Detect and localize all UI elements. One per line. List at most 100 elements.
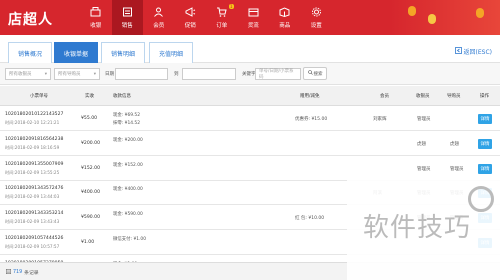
date-start-input[interactable]	[115, 68, 168, 80]
nav-label: 设置	[310, 22, 322, 29]
tab-cashier-receipts[interactable]: 收银单据	[54, 42, 99, 63]
header-discount: 赠用/减免	[300, 94, 320, 99]
amount-received: ¥590.00	[81, 215, 100, 221]
order-number: 10201802010122143527	[5, 112, 64, 117]
header-member: 会员	[380, 94, 389, 99]
amount-received: ¥55.00	[81, 116, 98, 121]
order-time: 时间:2018-02-09 18:16:59	[5, 144, 60, 150]
discount-cell: 红 包: ¥10.00	[295, 216, 325, 222]
detail-button[interactable]: 详情	[478, 138, 492, 149]
search-button[interactable]: 搜索	[303, 67, 327, 80]
order-number: 10201802091355007909	[5, 161, 64, 167]
tab-sales-overview[interactable]: 销售概况	[8, 42, 53, 63]
order-time: 时间:2018-02-09 13:44:03	[5, 194, 60, 200]
date-end-input[interactable]	[182, 68, 236, 80]
payment-line-1: 现金: ¥152.00	[113, 162, 143, 168]
settings-icon	[310, 7, 322, 18]
header-action: 操作	[480, 94, 489, 99]
table-row: 10201802010122143527 时间:2018-02-10 12:21:…	[0, 107, 500, 131]
keyword-input[interactable]: 单号/日期/小票系码	[255, 68, 301, 80]
back-label: 返回(ESC)	[463, 49, 492, 56]
promotion-icon	[184, 7, 196, 18]
table-row: 10201802091816564238 时间:2018-02-09 18:16:…	[0, 131, 500, 156]
header-cashier: 收银员	[416, 94, 430, 99]
payment-line-2: 抹零: ¥14.52	[113, 121, 141, 126]
lantern-icon	[476, 8, 484, 18]
nav-item-cashier[interactable]: 收银	[80, 0, 112, 35]
detail-button[interactable]: 详情	[478, 163, 492, 174]
nav-item-member[interactable]: 会员	[143, 0, 175, 35]
guide-cell: 虎翅	[450, 141, 459, 147]
payment-line-1: 现金: ¥590.00	[113, 212, 143, 218]
main-nav: 收银 销售 会员 促销 1 订单 货流 商品 设置	[80, 0, 332, 35]
keyword-placeholder: 单号/日期/小票系码	[259, 69, 294, 80]
order-number: 10201802091343353214	[5, 211, 64, 217]
nav-item-order[interactable]: 1 订单	[206, 0, 238, 35]
sales-icon	[121, 7, 133, 18]
guide-select[interactable]: 所有导购员 ▾	[54, 68, 100, 80]
guide-cell: 管理员	[450, 166, 464, 172]
payment-line-1: 微信支付: ¥1.00	[113, 237, 147, 242]
nav-label: 商品	[279, 22, 291, 29]
nav-label: 订单	[216, 22, 228, 29]
watermark-logo-icon	[468, 186, 494, 212]
nav-item-logistics[interactable]: 货流	[238, 0, 270, 35]
table-header: 小票单号 实收 收款信息 赠用/减免 会员 收银员 导购员 操作	[0, 86, 500, 106]
payment-line-1: 现金: ¥69.52	[113, 113, 141, 118]
record-count-value: 719	[13, 270, 23, 275]
tab-recharge-details[interactable]: 充值明细	[149, 42, 194, 63]
cashier-cell: 管理员	[417, 166, 431, 172]
search-icon	[307, 70, 313, 77]
lantern-icon	[408, 6, 416, 16]
date-label: 日期	[105, 72, 114, 77]
goods-icon	[279, 7, 291, 18]
discount-cell: 优惠券: ¥15.00	[295, 117, 328, 122]
guide-select-value: 所有导购员	[58, 72, 81, 77]
amount-received: ¥400.00	[81, 190, 100, 196]
nav-label: 收银	[90, 22, 102, 29]
chevron-down-icon: ▾	[93, 71, 96, 77]
filter-bar: 所有收银员 ▾ 所有导购员 ▾ 日期 到 关键字 单号/日期/小票系码 搜索	[0, 63, 500, 85]
logistics-icon	[247, 7, 259, 18]
lantern-icon	[428, 14, 436, 24]
nav-item-settings[interactable]: 设置	[301, 0, 333, 35]
nav-item-promotion[interactable]: 促销	[175, 0, 207, 35]
table-row: 10201802091355007909 时间:2018-02-09 13:55:…	[0, 156, 500, 181]
record-count-suffix: 条记录	[24, 271, 39, 276]
cashier-cell: 管理员	[417, 117, 431, 122]
app-logo: 店超人	[8, 12, 53, 28]
detail-button[interactable]: 详情	[478, 114, 492, 124]
cashier-select-value: 所有收银员	[9, 72, 32, 77]
festive-decoration	[390, 0, 500, 35]
back-button[interactable]: 返回(ESC)	[454, 47, 492, 56]
date-to-label: 到	[174, 72, 179, 77]
order-icon	[216, 7, 228, 18]
nav-label: 会员	[153, 22, 165, 29]
nav-item-sales[interactable]: 销售	[111, 0, 143, 35]
header-guide: 导购员	[447, 94, 461, 99]
cashier-cell: 虎翅	[417, 141, 426, 147]
records-icon	[6, 269, 11, 276]
header-order-no: 小票单号	[30, 94, 48, 99]
cashier-icon	[90, 7, 102, 18]
tab-sales-details[interactable]: 销售明细	[101, 42, 146, 63]
amount-received: ¥200.00	[81, 140, 100, 146]
order-time: 时间:2018-02-10 12:21:21	[5, 120, 60, 125]
member-cell: 刘家辉	[373, 117, 387, 122]
cashier-select[interactable]: 所有收银员 ▾	[5, 68, 51, 80]
nav-item-goods[interactable]: 商品	[269, 0, 301, 35]
nav-label: 货流	[247, 22, 259, 29]
nav-label: 销售	[121, 22, 133, 29]
order-badge: 1	[228, 4, 234, 9]
order-number: 10201802091057444526	[5, 236, 64, 241]
member-icon	[153, 7, 165, 18]
order-number: 10201802091343572476	[5, 186, 64, 192]
keyword-label: 关键字	[242, 72, 256, 77]
tabs-bar: 销售概况 收银单据 销售明细 充值明细 返回(ESC)	[0, 35, 500, 63]
search-label: 搜索	[313, 71, 323, 77]
top-navigation-bar: 店超人 收银 销售 会员 促销 1 订单 货流 商品 设置	[0, 0, 500, 35]
nav-label: 促销	[184, 22, 196, 29]
payment-line-1: 现金: ¥400.00	[113, 187, 143, 193]
order-time: 时间:2018-02-09 13:55:25	[5, 169, 60, 175]
payment-line-1: 现金: ¥200.00	[113, 137, 143, 143]
